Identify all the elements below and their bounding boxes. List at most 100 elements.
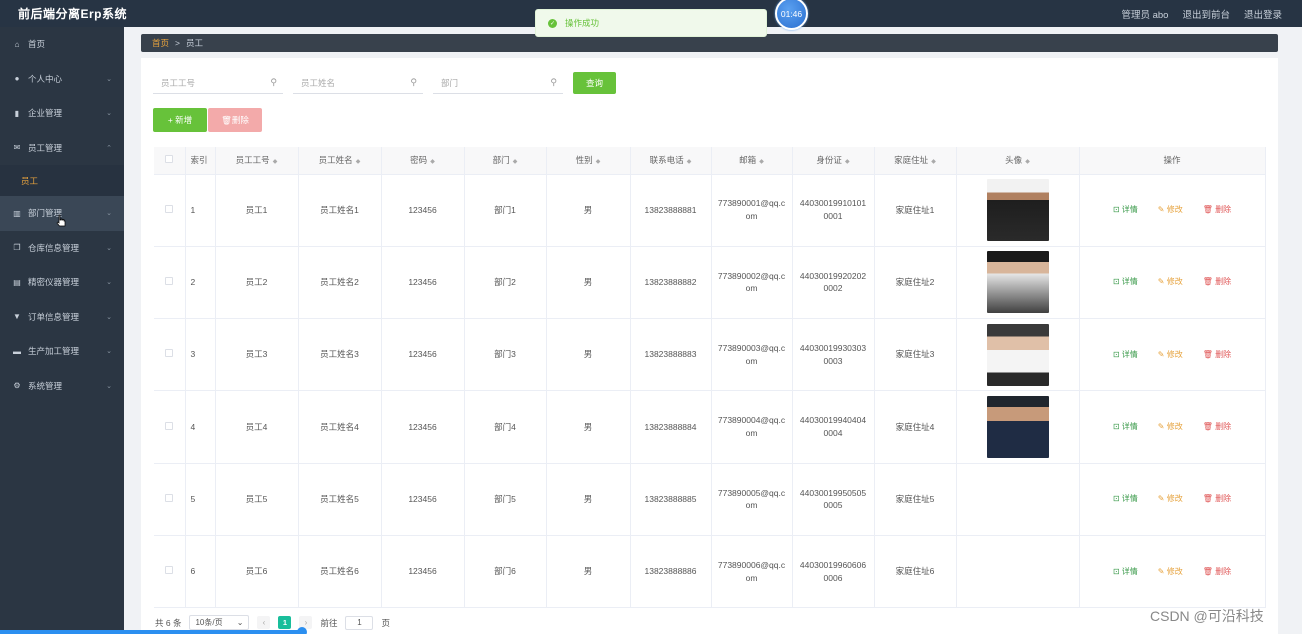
cell-operations: ⊡ 详情 ✎ 修改 🗑︎ 删除 — [1079, 174, 1266, 247]
detail-button[interactable]: ⊡ 详情 — [1113, 421, 1138, 433]
delete-button[interactable]: 🗑︎ 删除 — [1203, 421, 1231, 433]
emp-name-input[interactable]: 员工姓名 ⚲ — [293, 72, 423, 94]
col-id-card[interactable]: 身份证 ◆ — [792, 147, 875, 175]
delete-button[interactable]: 🗑︎ 删除 — [1203, 349, 1231, 361]
delete-button[interactable]: 🗑︎ 删除 — [1203, 493, 1231, 505]
sidebar-subitem-employee[interactable]: 员工 — [0, 165, 124, 196]
col-phone[interactable]: 联系电话 ◆ — [630, 147, 712, 175]
cell-emp-no: 员工5 — [215, 463, 299, 536]
row-checkbox[interactable] — [154, 463, 186, 536]
delete-button[interactable]: 🗑︎ 删除 — [1203, 204, 1231, 216]
select-all-checkbox[interactable] — [154, 147, 186, 175]
col-avatar[interactable]: 头像 ◆ — [956, 147, 1080, 175]
breadcrumb-home[interactable]: 首页 — [152, 37, 169, 49]
prev-page-button[interactable]: ‹ — [257, 616, 271, 629]
col-gender[interactable]: 性别 ◆ — [546, 147, 631, 175]
breadcrumb-separator: > — [175, 38, 180, 48]
cell-gender: 男 — [546, 174, 631, 247]
employee-avatar — [986, 396, 1049, 459]
table-row: 5 员工5 员工姓名5 123456 部门5 男 13823888885 773890005@… — [154, 463, 1266, 536]
cell-password: 123456 — [381, 246, 465, 320]
video-progress-knob[interactable] — [297, 627, 307, 634]
sort-icon: ◆ — [686, 159, 692, 166]
cell-avatar — [956, 535, 1080, 609]
sidebar-item-home[interactable]: ⌂ 首页 — [0, 27, 124, 62]
detail-button[interactable]: ⊡ 详情 — [1113, 349, 1138, 361]
chevron-down-icon: ⌄ — [106, 348, 112, 356]
edit-button[interactable]: ✎ 修改 — [1158, 566, 1183, 578]
toast-message: 操作成功 — [565, 18, 600, 28]
edit-button[interactable]: ✎ 修改 — [1158, 349, 1183, 361]
goto-page-input[interactable]: 1 — [345, 615, 374, 630]
sort-icon: ◆ — [844, 159, 850, 166]
cell-id-card: 440300199505050005 — [792, 463, 875, 536]
cell-password: 123456 — [381, 463, 465, 536]
delete-button[interactable]: 🗑︎ 删除 — [1203, 276, 1231, 288]
sidebar-item-enterprise[interactable]: ▮ 企业管理 ⌄ — [0, 96, 124, 131]
chevron-down-icon: ⌄ — [106, 279, 112, 287]
sidebar-item-system[interactable]: ⚙ 系统管理 ⌄ — [0, 369, 124, 404]
chevron-down-icon: ⌄ — [106, 244, 112, 252]
detail-button[interactable]: ⊡ 详情 — [1113, 493, 1138, 505]
row-checkbox[interactable] — [154, 174, 186, 247]
col-index: 索引 — [185, 147, 216, 175]
edit-button[interactable]: ✎ 修改 — [1158, 493, 1183, 505]
edit-button[interactable]: ✎ 修改 — [1158, 204, 1183, 216]
col-address[interactable]: 家庭住址 ◆ — [874, 147, 957, 175]
cell-operations: ⊡ 详情 ✎ 修改 🗑︎ 删除 — [1079, 246, 1266, 320]
device-icon: ▤ — [13, 277, 21, 287]
chevron-down-icon: ⌄ — [106, 75, 112, 83]
page-suffix: 页 — [381, 617, 390, 628]
sidebar-item-instrument[interactable]: ▤ 精密仪器管理 ⌄ — [0, 265, 124, 300]
detail-button[interactable]: ⊡ 详情 — [1113, 204, 1138, 216]
row-checkbox[interactable] — [154, 390, 186, 464]
col-department[interactable]: 部门 ◆ — [464, 147, 547, 175]
chevron-up-icon: ⌃ — [106, 144, 112, 152]
dept-input[interactable]: 部门 ⚲ — [433, 72, 563, 94]
home-icon: ⌂ — [14, 39, 20, 49]
cell-id-card: 440300199303030003 — [792, 318, 875, 392]
cell-gender: 男 — [546, 390, 631, 464]
edit-button[interactable]: ✎ 修改 — [1158, 421, 1183, 433]
row-checkbox[interactable] — [154, 535, 186, 609]
cell-email: 773890001@qq.com — [711, 174, 793, 247]
col-email[interactable]: 邮箱 ◆ — [711, 147, 793, 175]
logout-link[interactable]: 退出登录 — [1244, 7, 1282, 21]
admin-user-link[interactable]: 管理员 abo — [1121, 7, 1168, 21]
exit-to-frontend-link[interactable]: 退出到前台 — [1182, 7, 1230, 21]
cell-phone: 13823888883 — [630, 318, 712, 392]
row-checkbox[interactable] — [154, 318, 186, 392]
sidebar-item-employee-mgmt[interactable]: ✉ 员工管理 ⌃ — [0, 131, 124, 166]
cell-emp-no: 员工2 — [215, 246, 299, 320]
add-button[interactable]: + 新增 — [153, 108, 207, 132]
detail-button[interactable]: ⊡ 详情 — [1113, 566, 1138, 578]
col-emp-name[interactable]: 员工姓名 ◆ — [298, 147, 382, 175]
query-button[interactable]: 查询 — [573, 72, 616, 94]
cell-department: 部门3 — [464, 318, 547, 392]
cell-address: 家庭住址1 — [874, 174, 957, 247]
cell-avatar — [956, 246, 1080, 320]
col-emp-no[interactable]: 员工工号 ◆ — [215, 147, 299, 175]
delete-button[interactable]: 🗑︎ 删除 — [1203, 566, 1231, 578]
video-progress-bar[interactable] — [0, 630, 302, 634]
sidebar-item-production[interactable]: ▬ 生产加工管理 ⌄ — [0, 334, 124, 369]
sidebar-item-profile[interactable]: ● 个人中心 ⌄ — [0, 62, 124, 97]
sidebar-item-orders[interactable]: ▼ 订单信息管理 ⌄ — [0, 300, 124, 335]
page-size-select[interactable]: 10条/页 ⌄ — [189, 615, 250, 630]
detail-button[interactable]: ⊡ 详情 — [1113, 276, 1138, 288]
app-title: 前后端分离Erp系统 — [18, 7, 128, 21]
cell-password: 123456 — [381, 535, 465, 609]
table-row: 4 员工4 员工姓名4 123456 部门4 男 13823888884 773890004@… — [154, 390, 1266, 464]
col-password[interactable]: 密码 ◆ — [381, 147, 465, 175]
cell-emp-no: 员工1 — [215, 174, 299, 247]
sidebar-item-warehouse[interactable]: ❐ 仓库信息管理 ⌄ — [0, 231, 124, 266]
batch-delete-button[interactable]: 🗑︎ 删除 — [208, 108, 262, 132]
cell-operations: ⊡ 详情 ✎ 修改 🗑︎ 删除 — [1079, 463, 1266, 536]
edit-button[interactable]: ✎ 修改 — [1158, 276, 1183, 288]
cell-password: 123456 — [381, 318, 465, 392]
page-number-current[interactable]: 1 — [278, 616, 292, 629]
emp-no-input[interactable]: 员工工号 ⚲ — [153, 72, 283, 94]
cell-index: 4 — [185, 390, 216, 464]
row-checkbox[interactable] — [154, 246, 186, 320]
watermark: CSDN @可沿科技 — [1150, 608, 1264, 624]
